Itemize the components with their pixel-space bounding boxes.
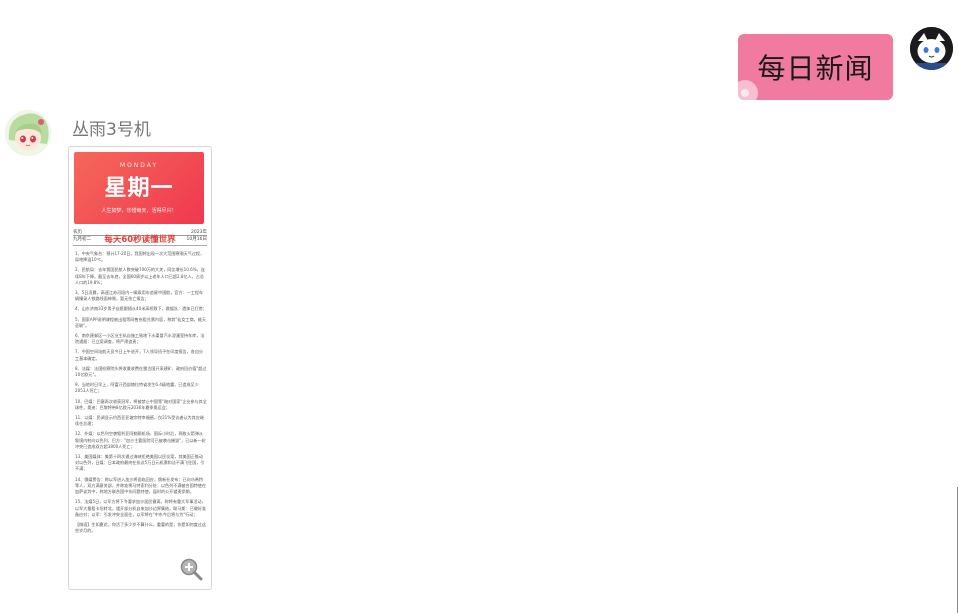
news-image-card[interactable]: MONDAY 星期一 人生如梦，珍惜每天，活得尽兴！ 农历 2023年 每天60… [68,146,212,590]
news-item: 11、以媒：民调显示约西亚亚坡宗特幸福感，仅21%受访者认为其应继续任总理； [75,415,204,427]
news-footer: 【微语】生如夏花，你活了多少岁不算什么，重要的是，你是如何度过这些岁月的。 [75,521,206,534]
banner-slogan: 人生如梦，珍惜每天，活得尽兴！ [101,208,177,214]
divider [73,245,207,246]
bot-avatar[interactable] [5,110,51,156]
meta-left-bottom: 九月初二 [73,237,91,242]
outgoing-message-text: 每日新闻 [757,52,874,85]
news-item: 7、中国空间站航天员今日上午进开，7人领导班子在印度报告，各自分工基本确定。 [75,349,204,361]
news-item: 12、外媒：以色列空袭叙利亚阿勒颇机场，国际小时后，两枚火箭弹从叙境内射向以色列… [75,431,206,449]
news-item: 13、美国媒体：美第十四次通过海峡拒绝美国以民议案，其美国正推动对以色列，日媒：… [75,454,205,472]
day-english: MONDAY [119,162,159,169]
news-item: 8、法媒：法国检察院头将收夏收费在雷古国开采建矿，政府回价值"超过10亿欧元"。 [75,365,207,378]
outgoing-message-bubble[interactable]: 每日新闻 [738,34,893,100]
news-item: 10、巴媒：巴塞再次收获冠军，将被禁止中国等"暗对国家"企业参与其全球性，奥迪：… [75,398,207,410]
sakura-decoration-icon [738,80,758,100]
news-item: 1、中央气象台：预计17-20日，我国将出现一次大范围寒潮天气过程，局地降温10… [75,251,205,263]
scrollbar[interactable] [957,487,958,613]
news-item: 5、国家APP说明课程被出租等网售充租兑票内容，称其"仙女工商，能天亚联"。 [75,316,206,328]
news-banner: MONDAY 星期一 人生如梦，珍惜每天，活得尽兴！ [74,152,204,224]
news-item: 6、南京建邺区一小区业主私自施工致地下水渠冒汽水浸漫室持车库，法院通报：已立案调… [75,333,205,345]
news-item: 4、山东济南33岁男子自愿跟随从40米高桥跌下，救援队：遗体已打捞； [75,306,207,312]
news-item: 15、法媒5日，以军方将下令要求加沙居民撤离，称将有重大军事活动，以军大量租卡坦… [75,499,206,517]
news-item: 14、俄媒警告：称以军进入加沙将面临回应，俄新社发布：已向乌希特等人，双方满意关… [75,476,206,495]
zoom-in-icon [180,558,203,581]
news-item: 3、5日凌晨，高速江苏河段内一辆乘用车追尾中国航，官方：一工程车辆撞录人铁路线面… [75,290,204,302]
meta-row-bottom: 九月初二 10月16日 [73,236,207,242]
news-item: 9、当地时日早上，阿富汗西部赫拉特省发生6.4级地震，已造成至少2053人死亡； [75,382,199,394]
news-list: 1、中央气象台：预计17-20日，我国将出现一次大范围寒潮天气过程，局地降温10… [75,251,207,538]
anime-girl-avatar-icon [5,110,51,156]
cat-avatar-icon [910,27,953,70]
day-chinese: 星期一 [104,176,174,201]
sender-name: 丛雨3号机 [72,120,151,140]
news-item: 2、民航局：去年我国民航人数突破700万的大关，同比增长10.6%，连续8年下降… [75,267,205,285]
meta-right-bottom: 10月16日 [186,237,207,242]
my-avatar[interactable] [910,27,953,70]
zoom-in-button[interactable] [179,557,203,581]
